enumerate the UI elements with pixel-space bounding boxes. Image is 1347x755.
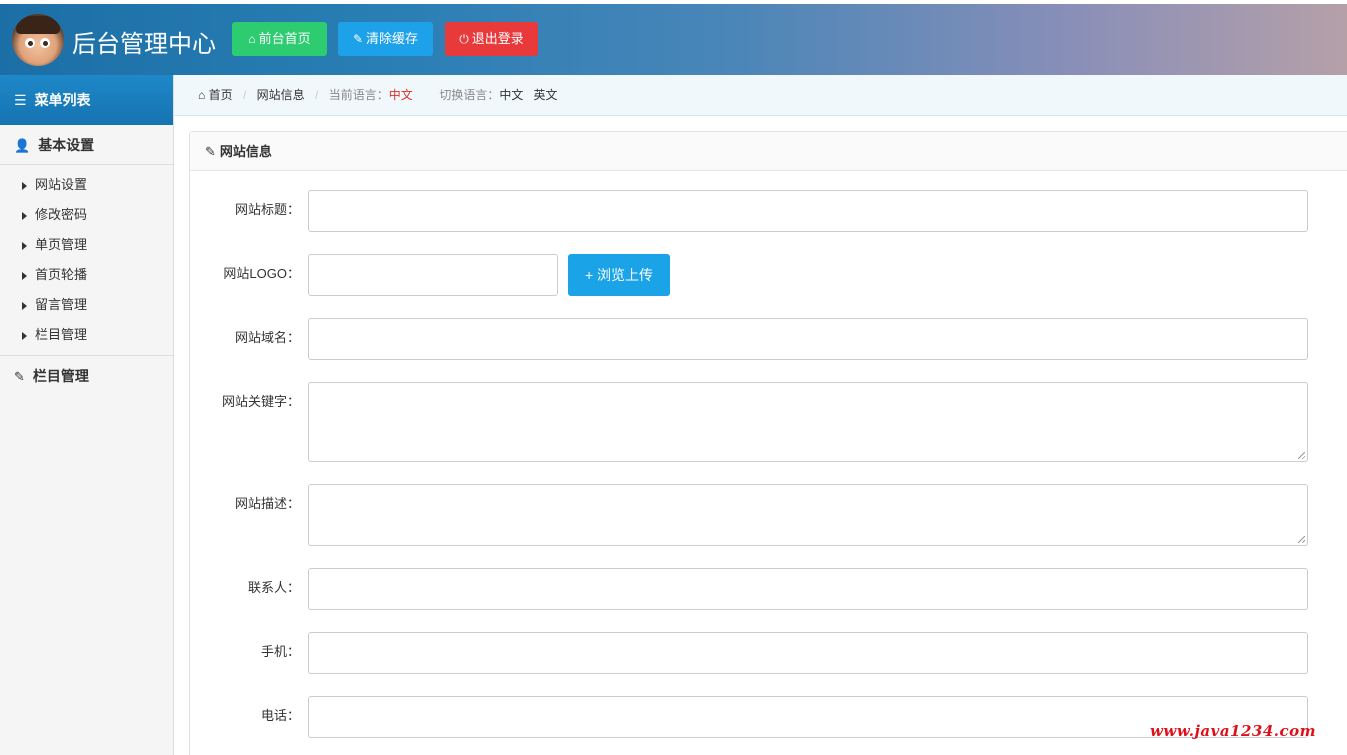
switch-language-zh[interactable]: 中文 <box>499 88 523 102</box>
caret-right-icon <box>22 241 27 250</box>
site-logo-input[interactable] <box>308 254 558 296</box>
browse-upload-button[interactable]: + 浏览上传 <box>568 254 670 296</box>
frontend-home-label: 前台首页 <box>258 31 311 46</box>
caret-right-icon <box>22 181 27 190</box>
contact-input[interactable] <box>308 568 1308 610</box>
resize-handle[interactable] <box>1298 536 1305 543</box>
sidebar-item-label: 首页轮播 <box>35 267 88 282</box>
current-language-label: 当前语言： <box>328 88 389 102</box>
sidebar-item-label: 网站设置 <box>35 177 88 192</box>
logout-button[interactable]: ⏻ 退出登录 <box>445 22 538 56</box>
logout-label: 退出登录 <box>471 31 524 46</box>
avatar-hair <box>16 16 60 34</box>
sidebar-item-label: 留言管理 <box>35 297 88 312</box>
top-header: 后台管理中心 ⌂ 前台首页 ✎ 清除缓存 ⏻ 退出登录 <box>0 4 1347 75</box>
breadcrumb-separator: / <box>242 88 247 102</box>
sidebar-item-carousel[interactable]: 首页轮播 <box>0 260 173 290</box>
sidebar-item-messages[interactable]: 留言管理 <box>0 290 173 320</box>
sidebar-item-change-password[interactable]: 修改密码 <box>0 200 173 230</box>
switch-language-en[interactable]: 英文 <box>533 88 557 102</box>
avatar-eye-right <box>40 38 50 48</box>
panel-header: ✎ 网站信息 <box>190 132 1347 171</box>
current-language-value: 中文 <box>388 88 413 102</box>
panel-title: 网站信息 <box>219 144 272 159</box>
site-keywords-textarea[interactable] <box>308 382 1308 462</box>
contact-label: 联系人： <box>247 580 300 595</box>
site-domain-input[interactable] <box>308 318 1308 360</box>
site-logo-label: 网站LOGO： <box>223 266 300 281</box>
list-icon: ☰ <box>14 92 27 108</box>
switch-language-label: 切换语言： <box>439 88 500 102</box>
site-info-panel: ✎ 网站信息 网站标题： 网站LOGO： + 浏览上传 网站域名： 网站关键字： … <box>189 131 1347 755</box>
sidebar-submenu: 网站设置 修改密码 单页管理 首页轮播 留言管理 栏目管理 <box>0 165 173 356</box>
sidebar-item-label: 单页管理 <box>35 237 88 252</box>
sidebar-item-single-page[interactable]: 单页管理 <box>0 230 173 260</box>
site-keywords-label: 网站关键字： <box>221 394 300 409</box>
watermark: www.java1234.com <box>1150 722 1317 740</box>
site-description-label: 网站描述： <box>234 496 300 511</box>
clear-cache-button[interactable]: ✎ 清除缓存 <box>338 22 433 56</box>
sidebar-item-label: 栏目管理 <box>35 327 88 342</box>
home-icon: ⌂ <box>248 32 256 46</box>
site-description-textarea[interactable] <box>308 484 1308 546</box>
sidebar-section-label: 基本设置 <box>38 137 95 153</box>
caret-right-icon <box>22 271 27 280</box>
sidebar: ☰ 菜单列表 👤 基本设置 网站设置 修改密码 单页管理 首页轮播 留言管理 栏目管… <box>0 75 174 755</box>
menu-list-title: 菜单列表 <box>34 92 91 108</box>
caret-right-icon <box>22 211 27 220</box>
phone-label: 电话： <box>260 708 300 723</box>
frontend-home-button[interactable]: ⌂ 前台首页 <box>232 22 327 56</box>
clear-cache-label: 清除缓存 <box>366 31 419 46</box>
avatar-eye-left <box>25 38 35 48</box>
sidebar-item-label: 修改密码 <box>35 207 88 222</box>
breadcrumb-separator: / <box>315 88 319 102</box>
sidebar-item-site-settings[interactable]: 网站设置 <box>0 170 173 200</box>
home-icon: ⌂ <box>198 88 206 102</box>
sidebar-section-basic-settings[interactable]: 👤 基本设置 <box>0 125 173 165</box>
site-title-input[interactable] <box>308 190 1308 232</box>
resize-handle[interactable] <box>1298 452 1305 459</box>
site-title: 后台管理中心 <box>72 31 216 58</box>
edit-icon: ✎ <box>205 144 216 159</box>
sidebar-section-column-management[interactable]: ✎ 栏目管理 <box>0 356 173 396</box>
breadcrumb-home[interactable]: 首页 <box>209 88 233 102</box>
sidebar-item-columns[interactable]: 栏目管理 <box>0 320 173 350</box>
site-title-label: 网站标题： <box>234 202 300 217</box>
caret-right-icon <box>22 301 27 310</box>
mobile-input[interactable] <box>308 632 1308 674</box>
breadcrumb-current[interactable]: 网站信息 <box>257 88 305 102</box>
sidebar-section-label: 栏目管理 <box>32 368 89 384</box>
mobile-label: 手机： <box>260 644 300 659</box>
caret-right-icon <box>22 331 27 340</box>
user-icon: 👤 <box>14 138 31 153</box>
edit-icon: ✎ <box>14 369 25 384</box>
wrench-icon: ✎ <box>352 32 364 46</box>
power-icon: ⏻ <box>459 32 469 46</box>
menu-list-header: ☰ 菜单列表 <box>0 75 173 125</box>
breadcrumb: ⌂ 首页 / 网站信息 / 当前语言：中文 切换语言：中文 英文 <box>174 75 1347 116</box>
site-domain-label: 网站域名： <box>234 330 300 345</box>
avatar <box>12 14 64 66</box>
